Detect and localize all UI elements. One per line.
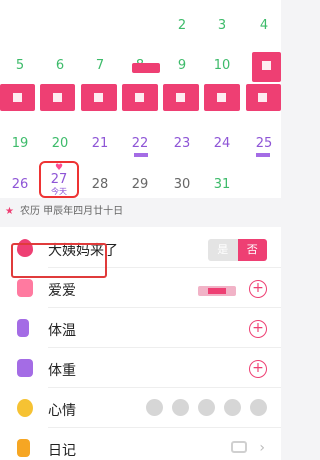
period-day-13[interactable] (40, 84, 75, 111)
divider (48, 387, 281, 388)
date-number: 19 (11, 136, 29, 151)
today-date[interactable]: ♥ 27 今天 (39, 161, 79, 198)
ovulation-bar (256, 153, 270, 157)
divider (48, 347, 281, 348)
lunar-text: 农历 甲辰年四月廿十日 (19, 206, 124, 217)
no-option[interactable]: 否 (237, 239, 267, 261)
add-weight-button[interactable]: + (249, 360, 267, 378)
heart-icon (17, 279, 33, 297)
weight-row[interactable]: 体重 + (0, 349, 281, 388)
date-number: 9 (177, 58, 187, 73)
period-day-11-band[interactable] (252, 52, 281, 82)
yes-option[interactable]: 是 (208, 239, 238, 261)
calendar: 2 3 4 5 6 7 8 9 10 11 19 20 21 22 23 24 … (0, 0, 281, 198)
scale-icon (17, 359, 33, 377)
date-number: 30 (173, 177, 191, 192)
date-number: 22 (131, 136, 149, 151)
date-24[interactable]: 24 (202, 136, 242, 176)
date-number: 4 (259, 18, 269, 33)
date-19[interactable]: 19 (0, 136, 40, 176)
date-number: 29 (131, 177, 149, 192)
date-23[interactable]: 23 (162, 136, 202, 176)
period-day-14[interactable] (81, 84, 117, 111)
mood-label: 心情 (48, 403, 76, 419)
date-number: 25 (255, 136, 273, 151)
date-number: 7 (95, 58, 105, 73)
add-love-button[interactable]: + (249, 280, 267, 298)
period-mark (135, 93, 144, 102)
mood-laugh-icon[interactable] (146, 399, 163, 416)
date-number: 20 (51, 136, 69, 151)
period-mark (13, 93, 22, 102)
date-number: 21 (91, 136, 109, 151)
mood-neutral-icon[interactable] (198, 399, 215, 416)
date-21[interactable]: 21 (80, 136, 120, 176)
today-number: 27 (50, 172, 68, 187)
date-number: 31 (213, 177, 231, 192)
highlight-box (11, 243, 107, 278)
period-mark (262, 61, 271, 70)
chevron-right-icon[interactable]: › (259, 440, 265, 456)
notebook-icon (17, 439, 30, 457)
weight-label: 体重 (48, 363, 76, 379)
date-number: 24 (213, 136, 231, 151)
diary-row[interactable]: 日记 › (0, 429, 281, 460)
date-number: 5 (15, 58, 25, 73)
temperature-row[interactable]: 体温 + (0, 309, 281, 348)
period-day-12[interactable] (0, 84, 35, 111)
date-number: 26 (11, 177, 29, 192)
period-band-partial (132, 63, 160, 73)
camera-icon[interactable] (231, 441, 247, 453)
love-label: 爱爱 (48, 283, 76, 299)
mood-options (146, 399, 267, 416)
app-root: 2 3 4 5 6 7 8 9 10 11 19 20 21 22 23 24 … (0, 0, 281, 460)
divider (48, 427, 281, 428)
mood-sad-icon[interactable] (224, 399, 241, 416)
date-number: 28 (91, 177, 109, 192)
period-mark (217, 93, 226, 102)
date-number: 3 (217, 18, 227, 33)
today-label: 今天 (51, 187, 67, 196)
mood-row: 心情 (0, 389, 281, 428)
period-day-18[interactable] (246, 84, 281, 111)
temperature-label: 体温 (48, 323, 76, 339)
thermometer-icon (17, 319, 29, 337)
lunar-date-bar: ★ 农历 甲辰年四月廿十日 (0, 201, 281, 223)
mood-smile-icon[interactable] (172, 399, 189, 416)
period-day-15[interactable] (122, 84, 158, 111)
period-mark (258, 93, 267, 102)
love-record-indicator (198, 286, 236, 296)
divider (48, 307, 281, 308)
period-mark (176, 93, 185, 102)
add-temperature-button[interactable]: + (249, 320, 267, 338)
diary-label: 日记 (48, 443, 76, 459)
smile-icon (17, 399, 33, 417)
date-number: 2 (177, 18, 187, 33)
ovulation-bar (134, 153, 148, 157)
period-mark (53, 93, 62, 102)
period-mark (94, 93, 103, 102)
period-toggle[interactable]: 是 否 (208, 239, 267, 261)
date-number: 23 (173, 136, 191, 151)
mood-cry-icon[interactable] (250, 399, 267, 416)
date-2[interactable]: 2 (162, 18, 202, 58)
star-icon: ★ (5, 206, 14, 217)
period-day-16[interactable] (163, 84, 199, 111)
period-day-17[interactable] (204, 84, 240, 111)
date-number: 6 (55, 58, 65, 73)
date-3[interactable]: 3 (202, 18, 242, 58)
date-number: 10 (213, 58, 231, 73)
